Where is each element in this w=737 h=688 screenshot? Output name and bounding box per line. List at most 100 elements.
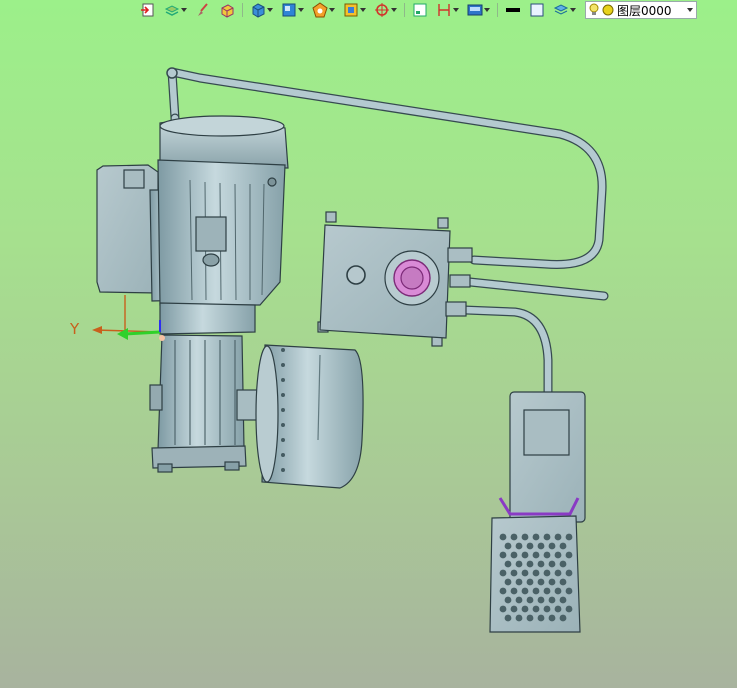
import-button[interactable]: [137, 1, 159, 19]
vent-hole: [510, 533, 518, 541]
render-mode-icon: [312, 2, 328, 18]
vent-hole: [499, 605, 507, 613]
brush-button[interactable]: [192, 1, 214, 19]
vent-hole: [504, 614, 512, 622]
vent-hole: [521, 569, 529, 577]
vent-hole: [565, 605, 573, 613]
vent-hole: [554, 569, 562, 577]
frame-icon: [412, 2, 428, 18]
vent-hole: [515, 560, 523, 568]
vent-hole: [499, 569, 507, 577]
vent-hole: [532, 587, 540, 595]
chevron-down-icon[interactable]: [453, 2, 459, 18]
vent-hole: [504, 542, 512, 550]
vent-hole: [565, 569, 573, 577]
foot-pedal-unit[interactable]: [489, 391, 586, 633]
layer-manager-button[interactable]: [550, 1, 579, 19]
view-cube-button[interactable]: [278, 1, 307, 19]
chevron-down-icon[interactable]: [267, 2, 273, 18]
toolbar-separator: [404, 3, 405, 17]
chevron-down-icon[interactable]: [484, 2, 490, 18]
solid-box-icon: [219, 2, 235, 18]
vent-hole: [504, 560, 512, 568]
vent-hole: [565, 587, 573, 595]
vent-hole: [532, 569, 540, 577]
chevron-down-icon[interactable]: [298, 2, 304, 18]
vent-hole: [554, 605, 562, 613]
vent-hole: [532, 551, 540, 559]
vent-hole: [543, 569, 551, 577]
toolbar-separator: [497, 3, 498, 17]
vent-hole: [543, 587, 551, 595]
chevron-down-icon[interactable]: [360, 2, 366, 18]
vent-hole: [537, 578, 545, 586]
view-cube-icon: [281, 2, 297, 18]
chevron-down-icon[interactable]: [570, 2, 576, 18]
vent-hole: [521, 551, 529, 559]
main-toolbar: 图层0000: [137, 0, 737, 20]
vent-hole: [515, 596, 523, 604]
display-settings-button[interactable]: [464, 1, 493, 19]
vent-hole: [565, 533, 573, 541]
vent-hole: [537, 542, 545, 550]
section-view-icon: [343, 2, 359, 18]
vent-hole: [543, 605, 551, 613]
vent-hole: [548, 614, 556, 622]
vent-hole: [554, 533, 562, 541]
shaded-cube-button[interactable]: [247, 1, 276, 19]
dimension-icon: [436, 2, 452, 18]
vent-hole: [548, 578, 556, 586]
layers-stack-icon: [164, 2, 180, 18]
layer-manager-icon: [553, 2, 569, 18]
dimension-button[interactable]: [433, 1, 462, 19]
vent-hole: [526, 596, 534, 604]
vent-hole: [548, 560, 556, 568]
layer-select[interactable]: 图层0000: [585, 1, 697, 19]
shaded-cube-icon: [250, 2, 266, 18]
vent-hole: [510, 605, 518, 613]
display-settings-icon: [467, 2, 483, 18]
section-view-button[interactable]: [340, 1, 369, 19]
chevron-down-icon[interactable]: [391, 2, 397, 18]
chevron-down-icon[interactable]: [181, 2, 187, 18]
vent-hole: [548, 542, 556, 550]
snap-target-button[interactable]: [371, 1, 400, 19]
vent-hole: [526, 578, 534, 586]
frame-button[interactable]: [409, 1, 431, 19]
vent-hole: [537, 560, 545, 568]
cad-viewport[interactable]: Y: [0, 20, 737, 688]
solid-box-button[interactable]: [216, 1, 238, 19]
reservoir-drum[interactable]: [255, 344, 364, 489]
vent-hole: [504, 578, 512, 586]
vent-hole: [559, 578, 567, 586]
layer-name: 图层0000: [617, 3, 672, 18]
vent-hole: [499, 551, 507, 559]
lightbulb-icon[interactable]: [589, 3, 599, 17]
vent-hole: [526, 560, 534, 568]
vent-hole: [504, 596, 512, 604]
vent-hole: [554, 587, 562, 595]
vent-hole: [526, 542, 534, 550]
snap-target-icon: [374, 2, 390, 18]
vent-hole: [565, 551, 573, 559]
vent-hole: [543, 551, 551, 559]
chevron-down-icon[interactable]: [687, 2, 693, 18]
vent-hole: [499, 533, 507, 541]
vent-hole: [510, 569, 518, 577]
vent-hole: [548, 596, 556, 604]
line-color-button[interactable]: [502, 1, 524, 19]
line-color-icon: [505, 2, 521, 18]
y-axis-label: Y: [69, 320, 80, 338]
fill-color-button[interactable]: [526, 1, 548, 19]
vent-hole: [521, 605, 529, 613]
vent-hole: [526, 614, 534, 622]
render-mode-button[interactable]: [309, 1, 338, 19]
chevron-down-icon[interactable]: [329, 2, 335, 18]
import-icon: [140, 2, 156, 18]
vent-hole: [521, 587, 529, 595]
layers-stack-button[interactable]: [161, 1, 190, 19]
fill-color-icon: [529, 2, 545, 18]
vent-hole: [499, 587, 507, 595]
vent-hole: [559, 560, 567, 568]
control-box[interactable]: [317, 211, 473, 347]
